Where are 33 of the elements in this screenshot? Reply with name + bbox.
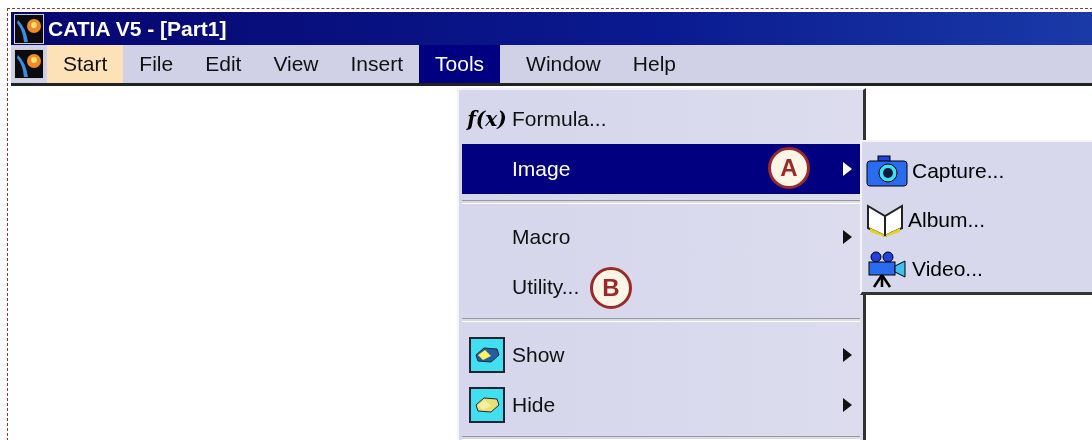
menu-item[interactable]: Edit <box>189 45 258 83</box>
app-logo-icon <box>14 49 44 79</box>
menu-entry-label: Macro <box>512 225 572 249</box>
menu-entry[interactable]: Hide <box>462 380 860 430</box>
menu-item[interactable]: Tools <box>419 45 501 83</box>
menu-item[interactable]: Help <box>616 45 692 83</box>
menu-item[interactable]: Start <box>47 45 124 83</box>
camera-icon <box>866 153 908 188</box>
menu-entry-label: Formula... <box>512 107 608 131</box>
submenu-entry[interactable]: Video... <box>912 256 1092 281</box>
menu-entry[interactable]: Macro <box>462 212 860 262</box>
movie-camera-icon <box>866 249 908 288</box>
menu-item[interactable]: Window <box>510 45 617 83</box>
menu-entry-label: Utility... <box>512 275 580 299</box>
menu-item[interactable]: File <box>123 45 190 83</box>
menu-entry[interactable]: Show <box>462 330 860 380</box>
menu-entry[interactable]: Image A <box>462 144 860 194</box>
menu-entry-label: Show <box>512 343 566 367</box>
submenu-entry[interactable]: Album... <box>908 207 1092 232</box>
menu-entry[interactable]: f(x) Formula... <box>462 94 860 144</box>
callout-marker: B <box>590 267 632 309</box>
show-icon <box>469 337 505 373</box>
hide-icon <box>469 387 505 423</box>
window-title: CATIA V5 - [Part1] <box>48 16 227 41</box>
submenu-entry[interactable]: Capture... <box>912 158 1092 183</box>
callout-marker: A <box>768 147 810 189</box>
menu-entry-label: Hide <box>512 393 557 417</box>
formula-icon: f(x) <box>467 107 507 131</box>
menu-item[interactable]: View <box>257 45 335 83</box>
menu-entry[interactable]: Utility... B <box>462 262 860 312</box>
app-logo-icon <box>14 13 44 44</box>
menu-item[interactable]: Insert <box>334 45 420 83</box>
menu-entry-label: Image <box>512 157 571 181</box>
